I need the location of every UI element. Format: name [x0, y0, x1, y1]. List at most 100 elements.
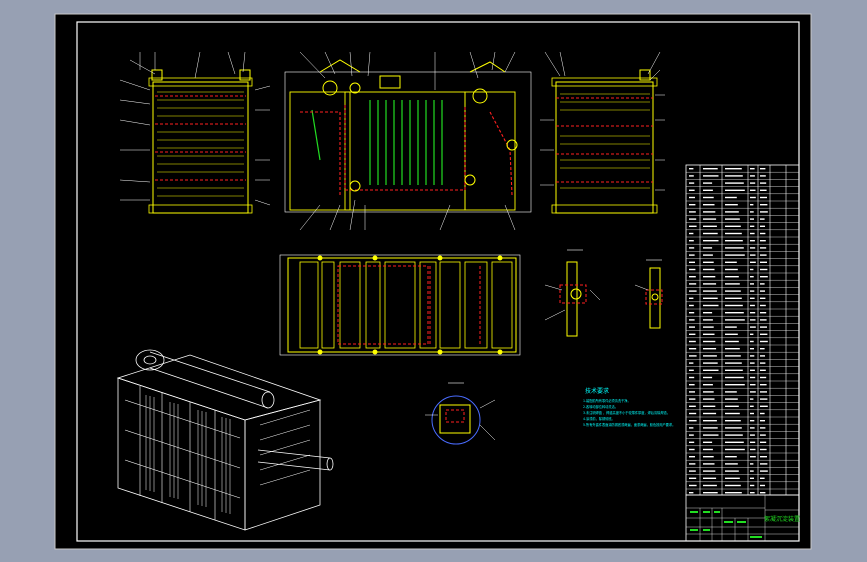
parts-cell-text: [760, 441, 767, 443]
parts-cell-text: [725, 297, 742, 299]
parts-cell-text: [750, 297, 755, 299]
parts-cell-text: [725, 434, 743, 436]
parts-cell-text: [725, 225, 741, 227]
parts-cell-text: [750, 420, 755, 422]
parts-cell-text: [760, 391, 767, 393]
parts-cell-text: [689, 340, 696, 343]
parts-cell-text: [725, 376, 744, 379]
parts-cell-text: [689, 175, 694, 177]
parts-cell-text: [689, 420, 697, 422]
parts-cell-text: [750, 196, 756, 199]
parts-cell-text: [725, 182, 744, 184]
parts-cell-text: [703, 175, 719, 177]
parts-cell-text: [703, 268, 715, 271]
parts-cell-text: [760, 204, 768, 206]
parts-cell-text: [703, 448, 713, 451]
parts-cell-text: [750, 283, 754, 285]
parts-cell-text: [750, 470, 754, 472]
parts-cell-text: [689, 276, 696, 278]
parts-cell-text: [725, 232, 742, 235]
parts-cell-text: [750, 211, 754, 213]
parts-cell-text: [725, 340, 739, 343]
parts-cell-text: [750, 484, 755, 487]
parts-cell-text: [750, 434, 755, 436]
parts-cell-text: [703, 333, 715, 335]
parts-cell-text: [760, 398, 768, 400]
parts-cell-text: [703, 376, 713, 379]
parts-cell-text: [703, 211, 716, 213]
parts-cell-text: [750, 477, 754, 479]
parts-cell-text: [703, 470, 716, 472]
parts-cell-text: [760, 254, 767, 256]
parts-cell-text: [760, 384, 767, 386]
parts-cell-text: [689, 333, 696, 335]
parts-cell-text: [703, 312, 713, 314]
parts-cell-text: [689, 463, 696, 465]
parts-cell-text: [689, 326, 695, 328]
parts-cell-text: [703, 477, 717, 479]
parts-cell-text: [689, 369, 694, 371]
parts-cell-text: [689, 355, 697, 357]
parts-cell-text: [760, 484, 765, 487]
parts-cell-text: [689, 225, 697, 227]
parts-cell-text: [689, 484, 697, 487]
parts-cell-text: [703, 456, 714, 458]
parts-cell-text: [703, 391, 714, 393]
parts-cell-text: [703, 412, 717, 415]
parts-cell-text: [725, 492, 742, 494]
parts-cell-text: [760, 326, 767, 328]
parts-cell-text: [750, 232, 755, 235]
drawing-sheet: [54, 13, 812, 550]
parts-cell-text: [703, 340, 716, 343]
note-line-3: 3.未注明焊缝 ，焊缝高度不小于较薄件厚度，焊后清除焊渣。: [583, 410, 670, 415]
parts-cell-text: [703, 232, 718, 235]
note-line-4: 4.涂漆前，除锈彻底。: [583, 416, 615, 421]
parts-cell-text: [750, 290, 755, 292]
parts-cell-text: [760, 283, 765, 285]
parts-cell-text: [750, 427, 755, 429]
parts-cell-text: [725, 448, 745, 451]
parts-cell-text: [725, 290, 741, 292]
parts-cell-text: [725, 268, 738, 271]
parts-cell-text: [760, 376, 767, 379]
parts-cell-text: [760, 456, 767, 458]
parts-cell-text: [760, 168, 766, 170]
parts-cell-text: [760, 196, 767, 199]
parts-cell-text: [725, 348, 740, 350]
parts-cell-text: [703, 434, 719, 436]
parts-cell-text: [760, 448, 767, 451]
parts-cell-text: [750, 326, 756, 328]
parts-cell-text: [750, 182, 756, 184]
parts-cell-text: [750, 204, 754, 206]
parts-cell-text: [689, 211, 696, 213]
parts-cell-text: [750, 240, 755, 242]
parts-cell-text: [750, 189, 756, 191]
parts-cell-text: [689, 398, 696, 400]
parts-cell-text: [760, 420, 765, 422]
cad-viewer: 絮凝沉淀装置 技术要求 1.装配前所有零件必须清洗干净。 2.各转动部位转动灵活…: [0, 0, 867, 562]
parts-cell-text: [750, 456, 756, 458]
parts-cell-text: [760, 412, 765, 415]
parts-cell-text: [760, 290, 765, 292]
parts-cell-text: [689, 297, 694, 299]
parts-cell-text: [760, 319, 767, 321]
note-line-2: 2.各转动部位转动灵活。: [583, 404, 618, 409]
parts-cell-text: [750, 405, 754, 407]
parts-cell-text: [725, 405, 739, 407]
parts-cell-text: [725, 391, 737, 393]
parts-cell-text: [703, 283, 717, 285]
parts-cell-text: [703, 204, 715, 206]
parts-cell-text: [750, 225, 755, 227]
parts-cell-text: [750, 333, 754, 335]
parts-cell-text: [725, 441, 744, 443]
parts-cell-text: [703, 189, 713, 191]
parts-cell-text: [725, 427, 742, 429]
parts-cell-text: [725, 240, 743, 242]
parts-cell-text: [725, 384, 745, 386]
parts-cell-text: [689, 304, 694, 307]
parts-cell-text: [760, 348, 765, 350]
parts-cell-text: [760, 492, 766, 494]
parts-cell-text: [725, 319, 745, 321]
parts-cell-text: [760, 333, 768, 335]
parts-cell-text: [760, 268, 768, 271]
